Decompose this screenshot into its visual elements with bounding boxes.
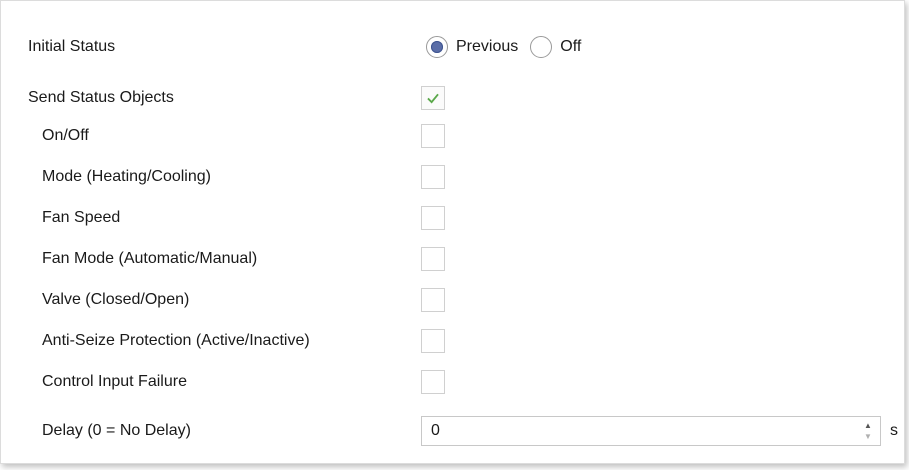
status-object-row: Control Input Failure	[1, 368, 904, 396]
radio-previous[interactable]	[426, 36, 448, 58]
settings-panel: Initial Status Previous Off Send Status …	[0, 0, 905, 464]
status-object-label: Control Input Failure	[42, 373, 187, 390]
delay-input[interactable]: 0 ▲ ▼	[421, 416, 881, 446]
status-object-label: Fan Mode (Automatic/Manual)	[42, 250, 258, 267]
status-object-row: Mode (Heating/Cooling)	[1, 163, 904, 191]
spin-up-icon[interactable]: ▲	[862, 420, 874, 431]
initial-status-row: Initial Status Previous Off	[1, 33, 904, 61]
fan-speed-checkbox[interactable]	[421, 206, 445, 230]
delay-value[interactable]: 0	[431, 422, 440, 440]
status-object-label: Fan Speed	[42, 209, 121, 226]
radio-off-label[interactable]: Off	[560, 38, 581, 56]
status-object-row: Anti-Seize Protection (Active/Inactive)	[1, 327, 904, 355]
spin-down-icon[interactable]: ▼	[862, 431, 874, 442]
status-object-row: Valve (Closed/Open)	[1, 286, 904, 314]
checkmark-icon	[427, 93, 439, 104]
delay-label: Delay (0 = No Delay)	[42, 422, 191, 439]
send-status-objects-row: Send Status Objects	[1, 84, 904, 112]
status-object-label: Valve (Closed/Open)	[42, 291, 190, 308]
fan-mode-checkbox[interactable]	[421, 247, 445, 271]
valve-checkbox[interactable]	[421, 288, 445, 312]
status-object-label: Anti-Seize Protection (Active/Inactive)	[42, 332, 310, 349]
delay-spinner: ▲ ▼	[862, 420, 874, 442]
delay-unit: s	[890, 422, 898, 439]
mode-checkbox[interactable]	[421, 165, 445, 189]
radio-off[interactable]	[530, 36, 553, 58]
status-object-row: Fan Mode (Automatic/Manual)	[1, 245, 904, 273]
initial-status-radio-group: Previous Off	[426, 36, 593, 58]
status-object-label: On/Off	[42, 127, 89, 144]
delay-row: Delay (0 = No Delay) 0 ▲ ▼ s	[1, 416, 904, 446]
initial-status-label: Initial Status	[28, 38, 116, 55]
radio-previous-label[interactable]: Previous	[456, 38, 518, 56]
status-object-label: Mode (Heating/Cooling)	[42, 168, 211, 185]
status-object-row: Fan Speed	[1, 204, 904, 232]
anti-seize-checkbox[interactable]	[421, 329, 445, 353]
status-object-row: On/Off	[1, 122, 904, 150]
control-input-failure-checkbox[interactable]	[421, 370, 445, 394]
on-off-checkbox[interactable]	[421, 124, 445, 148]
send-status-objects-label: Send Status Objects	[28, 89, 174, 106]
send-status-objects-checkbox[interactable]	[421, 86, 445, 110]
